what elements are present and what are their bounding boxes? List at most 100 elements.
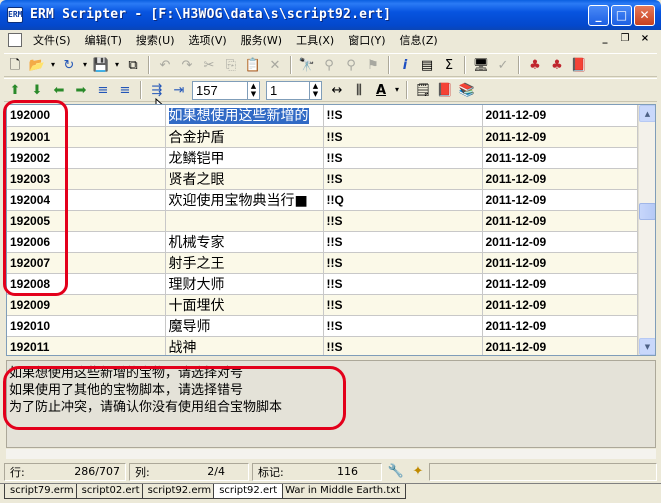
delete-icon[interactable]: ✕ — [265, 55, 285, 75]
maximize-button[interactable]: □ — [611, 5, 632, 26]
row-text-cell[interactable]: 魔导师 — [165, 315, 324, 337]
save-dropdown-icon[interactable]: ▾ — [113, 55, 121, 75]
minimize-button[interactable]: _ — [588, 5, 609, 26]
menu-tools[interactable]: 工具(X) — [289, 32, 341, 48]
row-id-cell[interactable]: 192008 — [7, 273, 166, 295]
font-color-dropdown-icon[interactable]: ▾ — [393, 80, 401, 100]
mdi-restore-button[interactable]: ❐ — [617, 32, 633, 46]
cut-icon[interactable]: ✂ — [199, 55, 219, 75]
scroll-thumb[interactable] — [639, 203, 655, 220]
redo-icon[interactable]: ↷ — [177, 55, 197, 75]
table-row[interactable]: 192008 理财大师 !!S 2011-12-09 — [7, 273, 638, 295]
save-all-icon[interactable]: ⧉ — [123, 55, 143, 75]
table-row[interactable]: 192002 龙鳞铠甲 !!S 2011-12-09 — [7, 147, 638, 169]
table-row[interactable]: 192001 合金护盾 !!S 2011-12-09 — [7, 126, 638, 148]
reload-icon[interactable]: ↻ — [59, 55, 79, 75]
row-command-cell[interactable]: !!S — [323, 252, 483, 274]
row-id-cell[interactable]: 192007 — [7, 252, 166, 274]
row-number-spinner[interactable]: ▲ ▼ — [248, 80, 260, 100]
menu-options[interactable]: 选项(V) — [182, 32, 234, 48]
settings-icon[interactable]: ✦ — [408, 462, 428, 482]
row-command-cell[interactable]: !!S — [323, 273, 483, 295]
grid-vertical-scrollbar[interactable]: ▲ ▼ — [638, 105, 655, 355]
menu-search[interactable]: 搜索(U) — [129, 32, 182, 48]
new-file-icon[interactable]: 🗋 — [5, 55, 25, 75]
help-book-icon[interactable]: 📕 — [569, 55, 589, 75]
editor-horizontal-scrollbar[interactable] — [6, 449, 656, 459]
tab-script02-ert[interactable]: script02.ert — [75, 484, 146, 499]
row-text-cell[interactable]: 十面埋伏 — [165, 294, 324, 316]
row-id-cell[interactable]: 192003 — [7, 168, 166, 190]
row-date-cell[interactable]: 2011-12-09 — [482, 210, 638, 232]
row-id-cell[interactable]: 192011 — [7, 336, 166, 355]
column-width-icon[interactable]: ↔ — [327, 80, 347, 100]
row-date-cell[interactable]: 2011-12-09 — [482, 336, 638, 355]
goto-icon[interactable]: ⚑ — [363, 55, 383, 75]
row-text-cell[interactable]: 射手之王 — [165, 252, 324, 274]
column-split-icon[interactable]: ⫼ — [349, 80, 369, 100]
menu-edit[interactable]: 编辑(T) — [78, 32, 129, 48]
replace-icon[interactable]: ⚲ — [341, 55, 361, 75]
row-date-cell[interactable]: 2011-12-09 — [482, 189, 638, 211]
string-table[interactable]: 192000 如果想使用这些新增的 !!S 2011-12-09 192001 合金护盾!… — [6, 104, 656, 356]
text-editor[interactable]: 如果想使用这些新增的宝物，请选择对号 如果使用了其他的宝物脚本，请选择错号 为了… — [6, 360, 656, 448]
table-row[interactable]: 192011 战神 !!S 2011-12-09 — [7, 336, 638, 355]
font-color-icon[interactable]: A — [371, 80, 391, 100]
close-button[interactable]: ✕ — [634, 5, 655, 26]
row-id-cell[interactable]: 192004 — [7, 189, 166, 211]
row-command-cell[interactable]: !!Q — [323, 189, 483, 211]
row-date-cell[interactable]: 2011-12-09 — [482, 273, 638, 295]
help-people-2-icon[interactable]: ♣ — [547, 55, 567, 75]
row-id-cell[interactable]: 192002 — [7, 147, 166, 169]
open-folder-icon[interactable]: 📂 — [27, 55, 47, 75]
row-command-cell[interactable]: !!S — [323, 315, 483, 337]
info-icon[interactable]: i — [395, 55, 415, 75]
row-date-cell[interactable]: 2011-12-09 — [482, 168, 638, 190]
tools-icon[interactable]: 🔧 — [386, 462, 406, 482]
row-command-cell[interactable]: !!S — [323, 126, 483, 148]
move-left-icon[interactable]: ⬅ — [49, 80, 69, 100]
sum-icon[interactable]: Σ — [439, 55, 459, 75]
scroll-up-icon[interactable]: ▲ — [639, 105, 655, 122]
document-icon[interactable] — [8, 33, 22, 47]
row-command-cell[interactable]: !!S — [323, 294, 483, 316]
paste-icon[interactable]: 📋 — [243, 55, 263, 75]
table-row[interactable]: 192009 十面埋伏 !!S 2011-12-09 — [7, 294, 638, 316]
row-date-cell[interactable]: 2011-12-09 — [482, 147, 638, 169]
menu-service[interactable]: 服务(W) — [234, 32, 289, 48]
row-text-cell[interactable]: 欢迎使用宝物典当行■ — [165, 189, 324, 211]
row-id-cell[interactable]: 192006 — [7, 231, 166, 253]
open-dropdown-icon[interactable]: ▾ — [49, 55, 57, 75]
row-date-cell[interactable]: 2011-12-09 — [482, 252, 638, 274]
table-row[interactable]: 192007 射手之王 !!S 2011-12-09 — [7, 252, 638, 274]
row-date-cell[interactable]: 2011-12-09 — [482, 294, 638, 316]
row-text-cell[interactable]: 合金护盾 — [165, 126, 324, 148]
notes-icon[interactable]: 🗒 — [413, 80, 433, 100]
table-row[interactable]: 192000 如果想使用这些新增的 !!S 2011-12-09 — [7, 105, 638, 127]
table-row[interactable]: 192010 魔导师 !!S 2011-12-09 — [7, 315, 638, 337]
row-command-cell[interactable]: !!S — [323, 336, 483, 355]
row-command-cell[interactable]: !!S — [323, 231, 483, 253]
row-number-input[interactable]: 157 — [192, 80, 248, 100]
tab-script92-erm[interactable]: script92.erm — [141, 484, 218, 499]
mdi-close-button[interactable]: × — [637, 32, 653, 46]
outdent-icon[interactable]: ⇥ — [169, 80, 189, 100]
row-command-cell[interactable]: !!S — [323, 105, 483, 127]
row-date-cell[interactable]: 2011-12-09 — [482, 126, 638, 148]
row-id-cell[interactable]: 192000 — [7, 105, 166, 127]
row-date-cell[interactable]: 2011-12-09 — [482, 105, 638, 127]
menu-file[interactable]: 文件(S) — [26, 32, 78, 48]
row-date-cell[interactable]: 2011-12-09 — [482, 315, 638, 337]
row-command-cell[interactable]: !!S — [323, 147, 483, 169]
column-number-input[interactable]: 1 — [266, 80, 310, 100]
copy-icon[interactable]: ⎘ — [221, 55, 241, 75]
tab-script79-erm[interactable]: script79.erm — [4, 484, 80, 499]
row-text-cell[interactable]: 贤者之眼 — [165, 168, 324, 190]
indent-icon[interactable]: ⇶ — [147, 80, 167, 100]
table-row[interactable]: 192004 欢迎使用宝物典当行■ !!Q 2011-12-09 — [7, 189, 638, 211]
move-down-icon[interactable]: ⬇ — [27, 80, 47, 100]
row-text-cell[interactable]: 战神 — [165, 336, 324, 355]
table-row[interactable]: 192005 !!S 2011-12-09 — [7, 210, 638, 232]
scroll-down-icon[interactable]: ▼ — [639, 338, 655, 355]
find-next-icon[interactable]: ⚲ — [319, 55, 339, 75]
